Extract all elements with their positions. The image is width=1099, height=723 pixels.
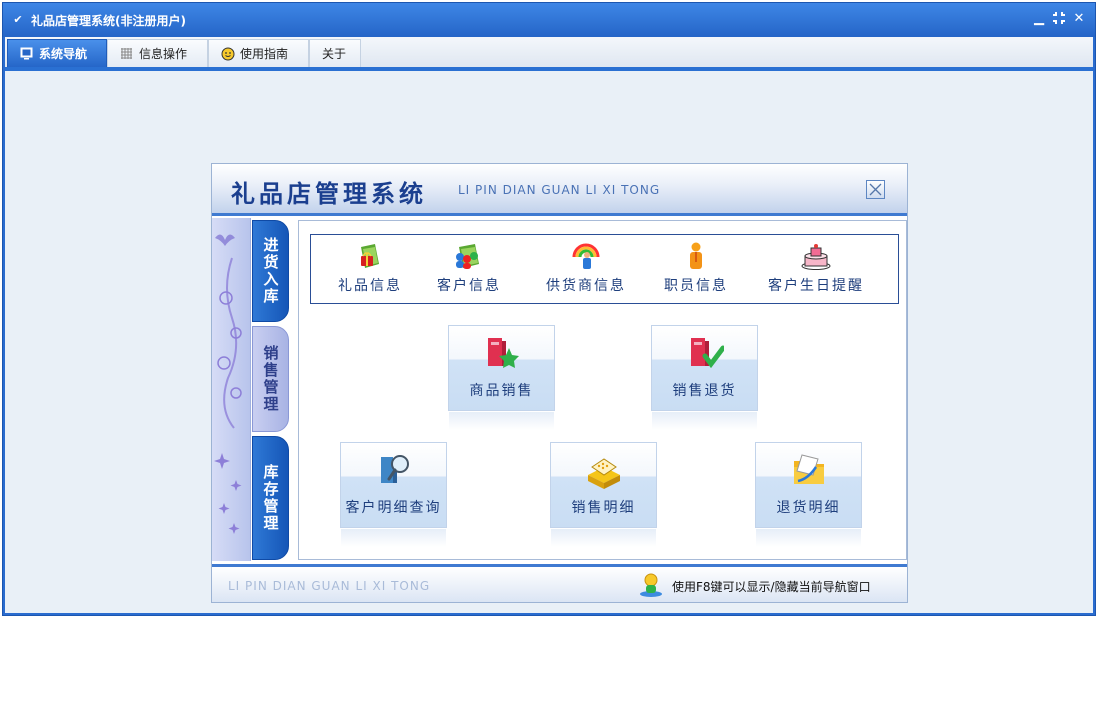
content-area: 礼品信息 客户信息 供货商信息 职员信息 客户生日提醒 商品销售 销售退货 客户…	[298, 220, 907, 560]
smiley-icon	[221, 47, 235, 61]
tab-user-guide[interactable]: 使用指南	[208, 39, 309, 67]
quick-link-label: 客户生日提醒	[768, 278, 864, 294]
nav-close-button[interactable]	[866, 180, 885, 199]
side-tab-label: 销售管理	[261, 345, 280, 413]
footer-hint-text: 使用F8键可以显示/隐藏当前导航窗口	[672, 580, 871, 594]
button-reflection	[551, 529, 656, 547]
birthday-cake-icon	[801, 244, 831, 270]
sales-detail-button[interactable]: 销售明细	[550, 442, 657, 547]
minimize-icon[interactable]: ▁	[1031, 11, 1047, 27]
quick-links-box: 礼品信息 客户信息 供货商信息 职员信息 客户生日提醒	[310, 234, 899, 304]
nav-pinyin: LI PIN DIAN GUAN LI XI TONG	[458, 183, 661, 197]
quick-link-label: 供货商信息	[546, 278, 626, 294]
grid-icon	[120, 47, 133, 60]
supplier-info-link[interactable]: 供货商信息	[546, 241, 626, 295]
nav-footer: LI PIN DIAN GUAN LI XI TONG 使用F8键可以显示/隐藏…	[212, 564, 907, 602]
nav-title: 礼品店管理系统	[231, 180, 427, 208]
monitor-icon	[20, 47, 33, 60]
close-icon[interactable]: ✕	[1071, 11, 1087, 27]
side-tab-label: 库存管理	[261, 464, 280, 532]
app-window: ✔ 礼品店管理系统(非注册用户) ▁ ✕ 系统导航 信息操作 使用指南 关于 礼…	[2, 2, 1096, 616]
gift-folder-icon	[361, 244, 379, 268]
title-bar[interactable]: ✔ 礼品店管理系统(非注册用户) ▁ ✕	[3, 3, 1095, 37]
tab-label: 信息操作	[139, 47, 188, 61]
button-label: 客户明细查询	[345, 500, 442, 516]
search-book-icon	[380, 455, 409, 483]
close-icon	[869, 183, 882, 196]
customer-folder-icon	[456, 244, 479, 269]
footer-pinyin: LI PIN DIAN GUAN LI XI TONG	[228, 579, 431, 593]
sales-return-button[interactable]: 销售退货	[651, 325, 758, 430]
button-reflection	[756, 529, 861, 547]
staff-info-link[interactable]: 职员信息	[664, 241, 728, 295]
button-label: 商品销售	[469, 383, 534, 399]
tab-system-nav[interactable]: 系统导航	[7, 39, 107, 67]
workspace: 礼品店管理系统 LI PIN DIAN GUAN LI XI TONG 进货入库…	[5, 71, 1093, 613]
side-tab-inventory[interactable]: 库存管理	[252, 436, 289, 560]
nav-header: 礼品店管理系统 LI PIN DIAN GUAN LI XI TONG	[212, 164, 907, 216]
button-label: 销售明细	[571, 500, 636, 516]
customer-detail-query-button[interactable]: 客户明细查询	[340, 442, 447, 547]
return-folder-icon	[793, 454, 824, 484]
side-tab-sales[interactable]: 销售管理	[252, 326, 289, 432]
menu-bar: 系统导航 信息操作 使用指南 关于	[5, 37, 1093, 67]
restore-icon[interactable]	[1051, 11, 1067, 27]
return-book-icon	[690, 338, 724, 369]
button-label: 销售退货	[672, 383, 737, 399]
window-title: 礼品店管理系统(非注册用户)	[31, 14, 186, 28]
sales-book-icon	[487, 338, 519, 368]
button-label: 退货明细	[776, 500, 841, 516]
product-sales-button[interactable]: 商品销售	[448, 325, 555, 430]
navigation-panel: 礼品店管理系统 LI PIN DIAN GUAN LI XI TONG 进货入库…	[211, 163, 908, 603]
app-logo-icon: ✔	[13, 13, 23, 26]
tab-label: 关于	[322, 47, 347, 61]
quick-link-label: 礼品信息	[338, 278, 402, 294]
button-reflection	[341, 529, 446, 547]
birthday-reminder-link[interactable]: 客户生日提醒	[768, 241, 864, 295]
gift-info-link[interactable]: 礼品信息	[338, 241, 402, 295]
supplier-icon	[572, 243, 600, 269]
customer-info-link[interactable]: 客户信息	[437, 241, 501, 295]
floral-decoration-icon	[214, 234, 242, 534]
button-reflection	[449, 412, 554, 430]
tab-label: 使用指南	[240, 47, 289, 61]
tab-about[interactable]: 关于	[309, 39, 361, 67]
tab-label: 系统导航	[39, 47, 88, 61]
side-tab-label: 进货入库	[261, 237, 280, 305]
return-detail-button[interactable]: 退货明细	[755, 442, 862, 547]
quick-link-label: 客户信息	[437, 278, 501, 294]
user-hint-icon	[640, 573, 662, 597]
cash-register-icon	[587, 458, 620, 489]
tab-info-ops[interactable]: 信息操作	[107, 39, 208, 67]
button-reflection	[652, 412, 757, 430]
decorative-floral-strip	[212, 218, 251, 561]
staff-icon	[690, 242, 702, 269]
quick-link-label: 职员信息	[664, 278, 728, 294]
side-tab-purchase[interactable]: 进货入库	[252, 220, 289, 322]
